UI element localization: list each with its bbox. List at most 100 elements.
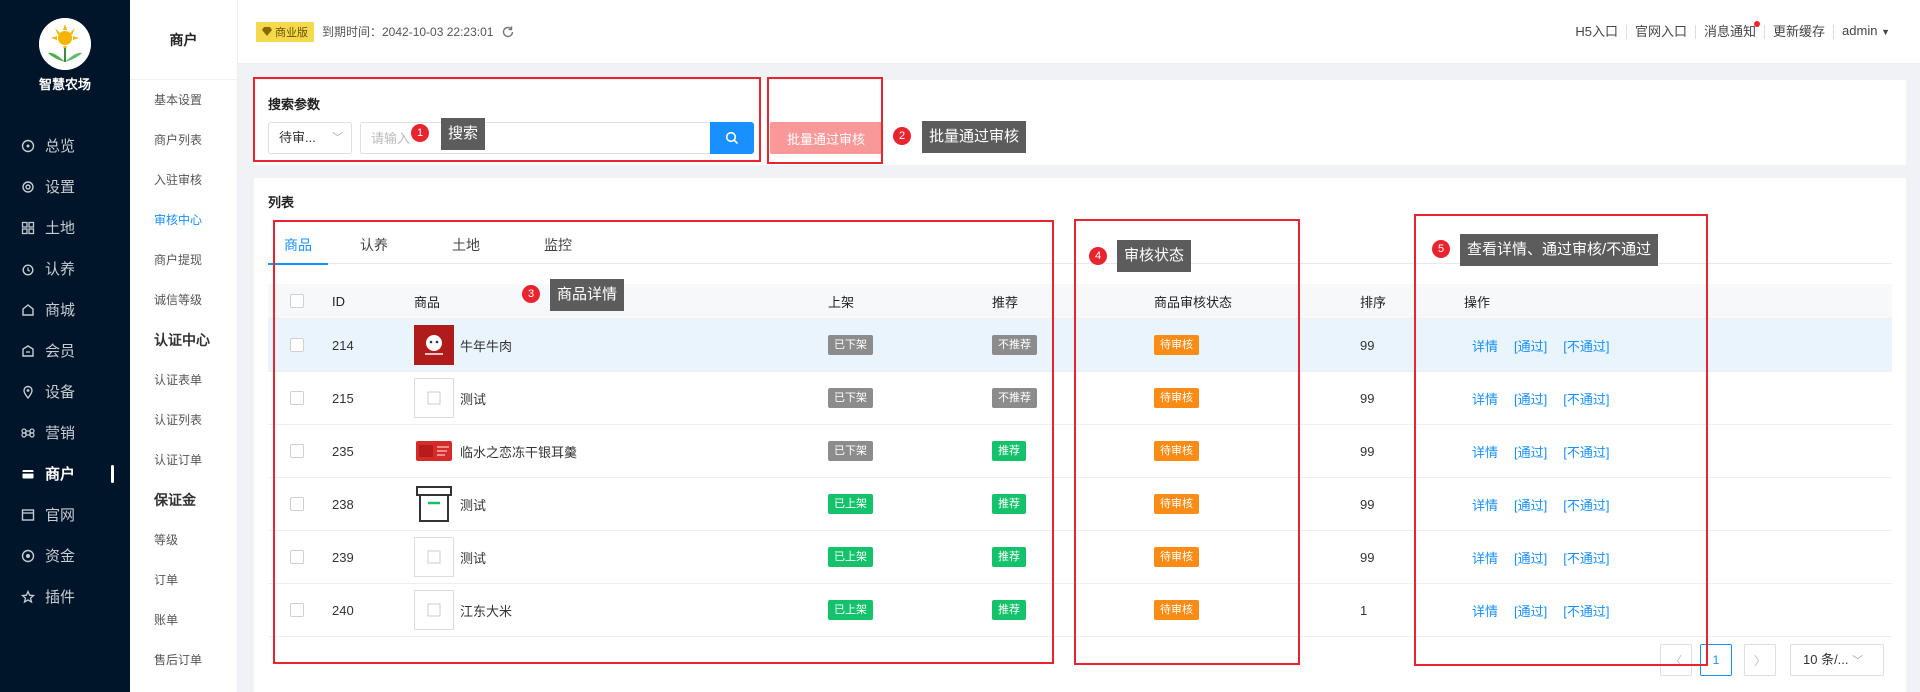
sidebar-nav: 总览设置土地认养商城会员设备营销商户官网资金插件 <box>0 125 130 617</box>
location-icon <box>20 384 36 400</box>
notification-label: 消息通知 <box>1704 23 1757 39</box>
shop-icon <box>20 302 36 318</box>
annotation-label: 查看详情、通过审核/不通过 <box>1460 234 1659 266</box>
command-icon <box>20 425 36 441</box>
coin-icon <box>20 548 36 564</box>
sort-value: 99 <box>1360 549 1375 565</box>
submenu-item[interactable]: 订单 <box>130 560 237 600</box>
submenu-item[interactable]: 商户提现 <box>130 240 237 280</box>
sort-value: 1 <box>1360 602 1368 618</box>
sidebar-item[interactable]: 营销 <box>0 412 130 453</box>
member-icon <box>20 343 36 359</box>
sidebar-item[interactable]: 土地 <box>0 207 130 248</box>
sidebar-item-label: 设备 <box>45 384 76 401</box>
sidebar-item-label: 认养 <box>45 261 76 278</box>
expire-time: 到期时间：2042-10-03 22:23:01 <box>322 25 494 39</box>
page-size-value: 10 条/... <box>1803 652 1849 667</box>
window-icon <box>20 507 36 523</box>
annotation-box-search <box>253 77 761 162</box>
submenu-item[interactable]: 入驻审核 <box>130 160 237 200</box>
annotation-num: 2 <box>893 127 911 145</box>
edition-badge: 商业版 <box>256 21 314 42</box>
caret-down-icon: ▼ <box>1881 27 1890 37</box>
submenu-item[interactable]: 诚信等级 <box>130 280 237 320</box>
chevron-right-icon: 〉 <box>1753 653 1766 668</box>
sort-value: 99 <box>1360 443 1375 459</box>
sidebar-item[interactable]: 设置 <box>0 166 130 207</box>
submenu-title: 商户 <box>130 0 237 80</box>
main-sidebar: 智慧农场 总览设置土地认养商城会员设备营销商户官网资金插件 <box>0 0 130 692</box>
merchant-icon <box>20 466 36 482</box>
dashboard-icon <box>20 138 36 154</box>
sidebar-item-label: 总览 <box>45 138 76 155</box>
sidebar-item-label: 营销 <box>45 425 76 442</box>
annotation-num: 1 <box>411 124 429 142</box>
grid-icon <box>20 220 36 236</box>
annotation-box-actions <box>1414 214 1708 666</box>
annotation-label: 商品详情 <box>550 279 625 311</box>
submenu-group-title: 认证中心 <box>154 332 210 348</box>
annotation-label: 审核状态 <box>1117 240 1192 272</box>
logo-text: 智慧农场 <box>38 77 91 92</box>
sidebar-item[interactable]: 设备 <box>0 371 130 412</box>
next-page-button[interactable]: 〉 <box>1744 644 1776 676</box>
sidebar-item-label: 资金 <box>45 548 76 565</box>
sort-value: 99 <box>1360 390 1375 406</box>
sidebar-item[interactable]: 官网 <box>0 494 130 535</box>
submenu-list: 基本设置 商户列表 入驻审核 审核中心 商户提现 诚信等级认证中心认证表单 认证列表 认证订单… <box>130 80 237 680</box>
page-size-select[interactable]: 10 条/... ﹀ <box>1790 644 1884 676</box>
admin-menu[interactable]: admin ▼ <box>1834 24 1898 39</box>
sidebar-item[interactable]: 商户 <box>0 453 130 494</box>
sidebar-item[interactable]: 资金 <box>0 535 130 576</box>
sidebar-item-label: 商城 <box>45 302 76 319</box>
website-entry-link[interactable]: 官网入口 <box>1627 24 1696 39</box>
submenu-item[interactable]: 账单 <box>130 600 237 640</box>
sidebar-item[interactable]: 商城 <box>0 289 130 330</box>
sidebar-item[interactable]: 插件 <box>0 576 130 617</box>
sort-value: 99 <box>1360 496 1375 512</box>
sidebar-item-label: 会员 <box>45 343 76 360</box>
star-icon <box>20 589 36 605</box>
submenu-item[interactable]: 商户列表 <box>130 120 237 160</box>
sidebar-item[interactable]: 认养 <box>0 248 130 289</box>
admin-label: admin <box>1842 23 1878 38</box>
submenu-group-title: 保证金 <box>154 492 196 508</box>
annotation-label: 批量通过审核 <box>922 121 1027 153</box>
annotation-num: 5 <box>1432 240 1450 258</box>
top-header: 商业版 到期时间：2042-10-03 22:23:01 H5入口 官网入口 消… <box>238 0 1920 64</box>
submenu-item[interactable]: 售后订单 <box>130 640 237 680</box>
submenu-item[interactable]: 审核中心 <box>130 200 237 240</box>
alarm-icon <box>20 261 36 277</box>
update-cache-link[interactable]: 更新缓存 <box>1765 24 1835 39</box>
h5-entry-link[interactable]: H5入口 <box>1567 24 1627 39</box>
annotation-label: 搜索 <box>441 118 486 150</box>
sidebar-item[interactable]: 会员 <box>0 330 130 371</box>
logo-area: 智慧农场 <box>0 0 130 105</box>
submenu-item[interactable]: 认证表单 <box>130 360 237 400</box>
chevron-down-icon: ﹀ <box>1852 655 1864 667</box>
annotation-box-goods <box>273 220 1054 664</box>
submenu-panel: 商户 基本设置 商户列表 入驻审核 审核中心 商户提现 诚信等级认证中心认证表单 认证列表认… <box>130 0 238 692</box>
sidebar-item-label: 插件 <box>45 589 76 606</box>
annotation-box-status <box>1074 219 1300 665</box>
annotation-box-batch <box>767 77 883 164</box>
sidebar-item-label: 土地 <box>45 220 76 237</box>
annotation-num: 3 <box>522 285 540 303</box>
sort-value: 99 <box>1360 337 1375 353</box>
sidebar-item[interactable]: 总览 <box>0 125 130 166</box>
sidebar-item-label: 设置 <box>45 179 76 196</box>
submenu-item[interactable]: 认证订单 <box>130 440 237 480</box>
col-sort: 排序 <box>1360 294 1387 310</box>
list-title: 列表 <box>268 195 295 210</box>
header-links: H5入口 官网入口 消息通知 更新缓存 admin ▼ <box>1567 20 1920 39</box>
sidebar-item-label: 商户 <box>45 466 76 483</box>
sidebar-item-label: 官网 <box>45 507 76 524</box>
refresh-icon[interactable] <box>501 25 515 39</box>
notification-dot <box>1754 20 1761 27</box>
submenu-item[interactable]: 认证列表 <box>130 400 237 440</box>
notification-link[interactable]: 消息通知 <box>1696 20 1766 39</box>
submenu-item[interactable]: 等级 <box>130 520 237 560</box>
annotation-num: 4 <box>1089 247 1107 265</box>
submenu-item[interactable]: 基本设置 <box>130 80 237 120</box>
gear-icon <box>20 179 36 195</box>
